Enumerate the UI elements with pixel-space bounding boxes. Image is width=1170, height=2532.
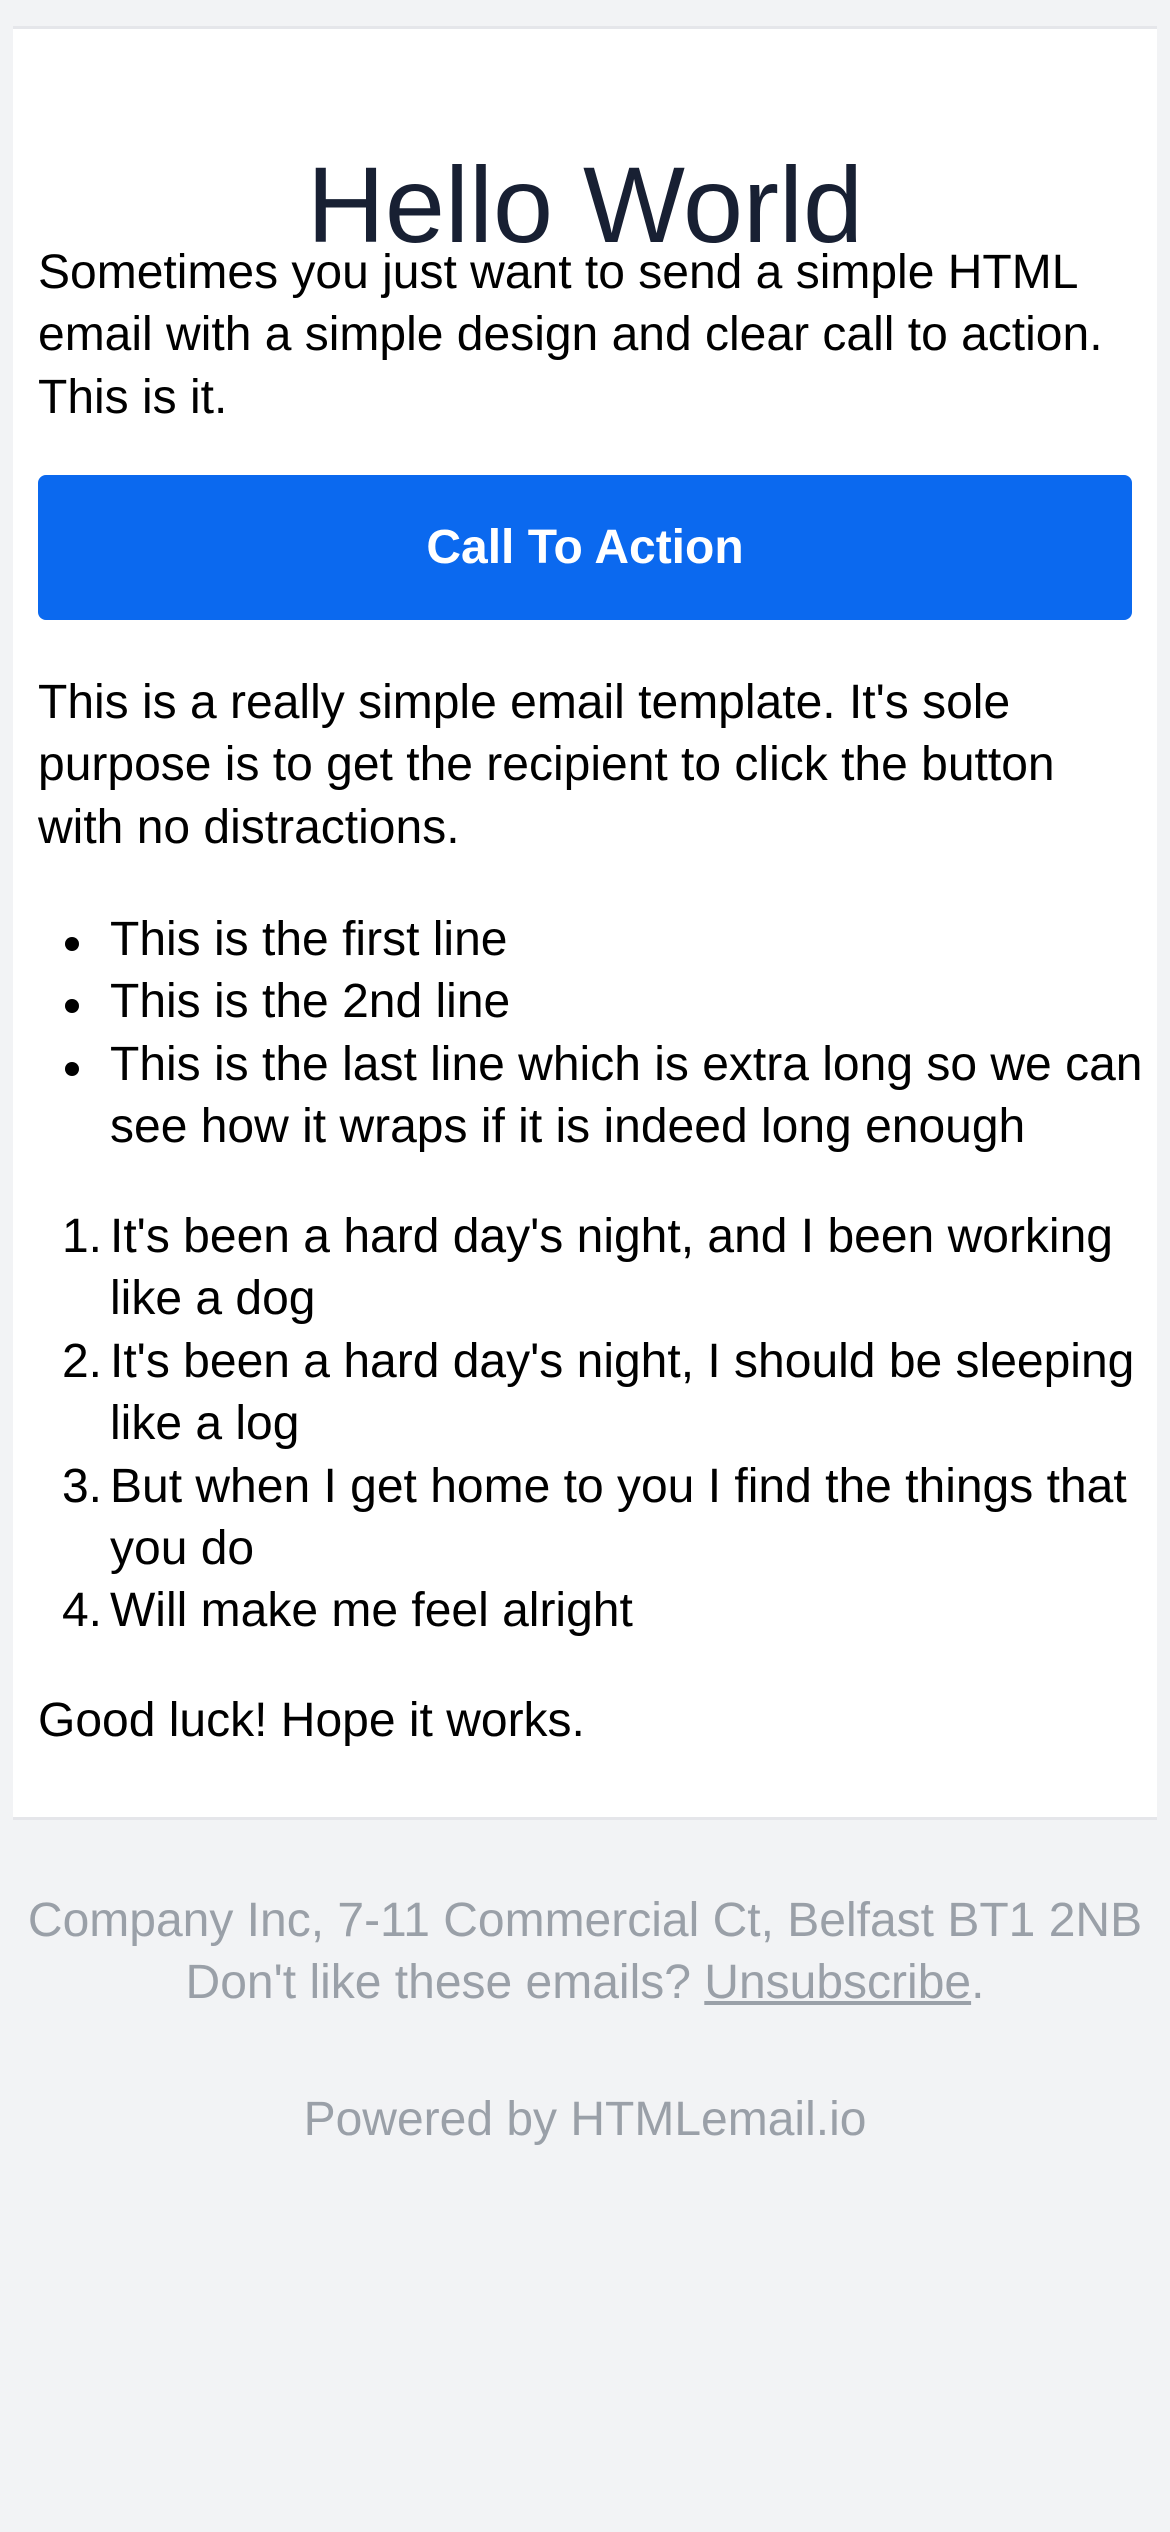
bullet-icon xyxy=(65,1061,79,1076)
unsubscribe-link[interactable]: Unsubscribe xyxy=(704,1956,971,2009)
unsubscribe-line: Don't like these emails? Unsubscribe. xyxy=(0,1952,1170,2014)
intro-paragraph: Sometimes you just want to send a simple… xyxy=(38,246,1103,424)
numbered-text: But when I get home to you I find the th… xyxy=(110,1459,1127,1575)
numbered-list-item: 4. Will make me feel alright xyxy=(38,1580,1156,1642)
bullet-list-item: This is the last line which is extra lon… xyxy=(38,1034,1156,1159)
numbered-text: It's been a hard day's night, and I been… xyxy=(110,1210,1113,1326)
bullet-text: This is the first line xyxy=(110,913,508,966)
list-number: 4. xyxy=(61,1584,102,1638)
bullet-icon xyxy=(65,937,79,951)
company-address: Company Inc, 7-11 Commercial Ct, Belfast… xyxy=(27,1894,1143,1947)
bullet-text: This is the 2nd line xyxy=(110,975,511,1029)
numbered-list-item: 3. But when I get home to you I find the… xyxy=(38,1456,1156,1581)
bullet-list-item: This is the first line xyxy=(38,909,1156,971)
numbered-list: 1. It's been a hard day's night, and I b… xyxy=(38,1206,1156,1643)
bullet-list: This is the first line This is the 2nd l… xyxy=(38,909,1156,1159)
bullet-list-item: This is the 2nd line xyxy=(38,971,1156,1033)
call-to-action-button[interactable]: Call To Action xyxy=(38,475,1132,620)
bullet-text: This is the last line which is extra lon… xyxy=(110,1037,1143,1154)
numbered-text: It's been a hard day's night, I should b… xyxy=(110,1334,1135,1451)
list-number: 2. xyxy=(61,1334,102,1388)
unsubscribe-suffix: . xyxy=(971,1956,985,2010)
body-paragraph: This is a really simple email template. … xyxy=(38,676,1055,854)
bullet-icon xyxy=(65,999,79,1014)
list-number: 3. xyxy=(61,1459,102,1513)
email-card: Hello World Sometimes you just want to s… xyxy=(13,26,1157,1820)
footer: Company Inc, 7-11 Commercial Ct, Belfast… xyxy=(0,1890,1170,2015)
numbered-list-item: 2. It's been a hard day's night, I shoul… xyxy=(38,1331,1156,1456)
numbered-text: Will make me feel alright xyxy=(110,1584,633,1638)
unsubscribe-prefix: Don't like these emails? xyxy=(185,1956,691,2010)
powered-by-link[interactable]: Powered by HTMLemail.io xyxy=(0,2089,1170,2151)
closing-paragraph: Good luck! Hope it works. xyxy=(38,1694,585,1747)
list-number: 1. xyxy=(61,1210,102,1263)
numbered-list-item: 1. It's been a hard day's night, and I b… xyxy=(38,1206,1156,1331)
